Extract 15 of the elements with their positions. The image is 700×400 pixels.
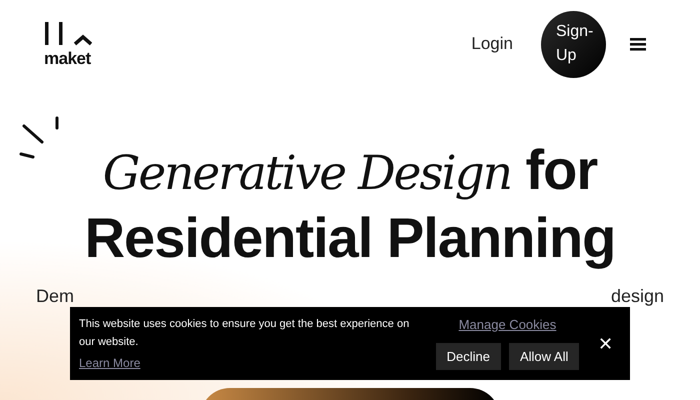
login-link[interactable]: Login: [471, 31, 513, 57]
hero-subtitle-fragment: Dem: [36, 286, 74, 306]
hero-subtitle-fragment: design: [610, 286, 664, 306]
manage-cookies-link[interactable]: Manage Cookies: [458, 315, 556, 334]
logo-wordmark[interactable]: maket: [44, 50, 91, 66]
signup-button[interactable]: Sign-Up: [541, 10, 606, 78]
cookie-message: This website uses cookies to ensure you get the best experience on our website.: [79, 317, 410, 350]
hero-title-line: Generative Design for: [102, 138, 598, 203]
learn-more-link[interactable]: Learn More: [79, 356, 140, 370]
close-button[interactable]: ✕: [598, 334, 613, 352]
decline-button[interactable]: Decline: [436, 342, 501, 370]
logo-icon: [44, 22, 92, 46]
allow-all-button[interactable]: Allow All: [508, 342, 580, 370]
hero-title-line: Residential Planning: [84, 206, 616, 270]
menu-icon[interactable]: [630, 38, 646, 50]
